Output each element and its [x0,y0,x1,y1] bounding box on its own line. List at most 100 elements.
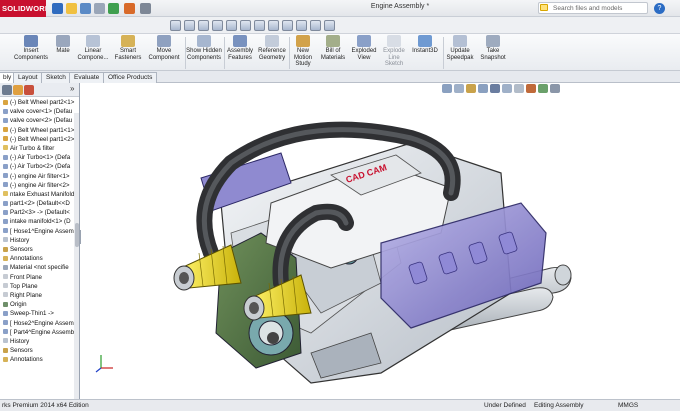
tree-item[interactable]: (-) Belt Wheel part2<1> [0,98,79,107]
tab-evaluate[interactable]: Evaluate [69,72,105,83]
tree-item[interactable]: Sensors [0,346,79,355]
feature-tree-icon[interactable] [2,85,12,95]
zoom-area-icon[interactable] [198,20,209,31]
config-manager-icon[interactable] [24,85,34,95]
linear-pattern-button[interactable]: Linear Compone... [75,35,111,61]
tree-item[interactable]: Annotations [0,254,79,263]
view-settings-icon[interactable] [282,20,293,31]
tree-item[interactable]: (-) engine Air filter<1> [0,172,79,181]
property-manager-icon[interactable] [13,85,23,95]
open-file-icon[interactable] [66,3,77,14]
assembly-features-button[interactable]: Assembly Features [225,35,255,61]
document-title: Engine Assembly * [370,3,430,10]
view-orientation-icon[interactable] [170,20,181,31]
tree-item-label: (-) Air Turbo<2> (Defa [10,163,71,171]
tree-item[interactable]: (-) Air Turbo<1> (Defa [0,153,79,162]
tab-office-products[interactable]: Office Products [103,72,158,83]
tree-item[interactable]: Material <not specifie [0,263,79,272]
command-tabs: bly Layout Sketch Evaluate Office Produc… [0,71,680,83]
search-input[interactable]: Search files and models [538,2,648,14]
tree-scrollbar-thumb[interactable] [75,223,79,247]
move-component-button[interactable]: Move Component [146,35,182,61]
tree-node-icon [3,292,8,298]
show-hidden-components-button[interactable]: Show Hidden Components [186,35,222,61]
take-snapshot-button[interactable]: Take Snapshot [478,35,508,61]
tree-item[interactable]: History [0,236,79,245]
scene-icon[interactable] [268,20,279,31]
tree-node-icon [3,182,8,188]
tree-scrollbar[interactable] [74,113,79,399]
tree-item-label: Air Turbo & filter [10,144,55,152]
insert-components-button[interactable]: Insert Components [10,35,52,61]
tree-item[interactable]: [ Hose2^Engine Assem [0,319,79,328]
status-units[interactable]: MMGS [618,400,638,411]
tree-item[interactable]: [ Hose1^Engine Assem [0,227,79,236]
tree-node-icon [3,145,8,151]
speedpak-icon [453,35,467,47]
tree-node-icon [3,117,8,123]
print-icon[interactable] [94,3,105,14]
tree-item[interactable]: Front Plane [0,273,79,282]
exploded-view-button[interactable]: Exploded View [350,35,378,61]
tree-item[interactable]: part1<2> (Default<<D [0,199,79,208]
tree-item[interactable]: (-) Belt Wheel part1<2> [0,135,79,144]
ambient-occlusion-icon[interactable] [324,20,335,31]
realview-icon[interactable] [296,20,307,31]
select-icon[interactable] [140,3,151,14]
hide-show-icon[interactable] [240,20,251,31]
options-icon[interactable] [124,3,135,14]
tree-item[interactable]: Origin [0,300,79,309]
tree-item[interactable]: valve cover<2> (Defau [0,116,79,125]
tree-item[interactable]: Sweep-Thin1 -> [0,309,79,318]
show-hidden-icon [197,35,211,47]
tree-item[interactable]: (-) Belt Wheel part1<1> [0,126,79,135]
bill-of-materials-button[interactable]: Bill of Materials [318,35,348,61]
tree-item[interactable]: Air Turbo & filter [0,144,79,153]
tree-item-label: ntake Exhuast Manifold [10,190,75,198]
rebuild-icon[interactable] [108,3,119,14]
tree-item-label: Sensors [10,246,33,253]
mate-button[interactable]: Mate [53,35,73,55]
motion-study-icon [296,35,310,47]
expand-panel-icon[interactable]: » [70,84,74,93]
tree-node-icon [3,320,8,325]
tree-item[interactable]: (-) Air Turbo<2> (Defa [0,162,79,171]
tree-item[interactable]: Top Plane [0,282,79,291]
reference-geometry-button[interactable]: Reference Geometry [256,35,288,61]
tree-item[interactable]: Sensors [0,245,79,254]
display-style-icon[interactable] [226,20,237,31]
tree-item-label: History [10,236,30,244]
tree-item[interactable]: intake manifold<1> (D [0,217,79,226]
shadows-icon[interactable] [310,20,321,31]
edit-appearance-icon[interactable] [254,20,265,31]
tree-item[interactable]: valve cover<1> (Defau [0,107,79,116]
zoom-fit-icon[interactable] [184,20,195,31]
engine-assembly-model[interactable]: CAD CAM [81,83,680,399]
help-icon[interactable]: ? [654,3,665,14]
instant3d-button[interactable]: Instant3D [410,35,440,55]
tree-item[interactable]: (-) engine Air filter<2> [0,181,79,190]
tree-item[interactable]: ntake Exhuast Manifold [0,190,79,199]
tree-item-label: Part2<3> -> (Default< [10,209,70,217]
tree-item[interactable]: Right Plane [0,291,79,300]
smart-fasteners-button[interactable]: Smart Fasteners [112,35,144,61]
save-icon[interactable] [80,3,91,14]
smart-fasteners-icon [121,35,135,47]
tree-item[interactable]: Annotations [0,355,79,364]
explode-line-sketch-button[interactable]: Explode Line Sketch [380,35,408,68]
exploded-view-icon [357,35,371,47]
tree-node-icon [3,200,8,206]
tree-node-icon [3,108,8,114]
tab-sketch[interactable]: Sketch [41,72,71,83]
new-file-icon[interactable] [52,3,63,14]
new-motion-study-button[interactable]: New Motion Study [290,35,316,68]
tab-layout[interactable]: Layout [13,72,43,83]
section-view-icon[interactable] [212,20,223,31]
tree-item[interactable]: [ Part4^Engine Assemb [0,328,79,337]
update-speedpak-button[interactable]: Update Speedpak [444,35,476,61]
tree-item[interactable]: Part2<3> -> (Default< [0,208,79,217]
tree-item[interactable]: History [0,337,79,346]
tree-item-label: Origin [10,301,27,309]
status-bar: rks Premium 2014 x64 Edition Under Defin… [0,399,680,411]
snapshot-icon [486,35,500,47]
